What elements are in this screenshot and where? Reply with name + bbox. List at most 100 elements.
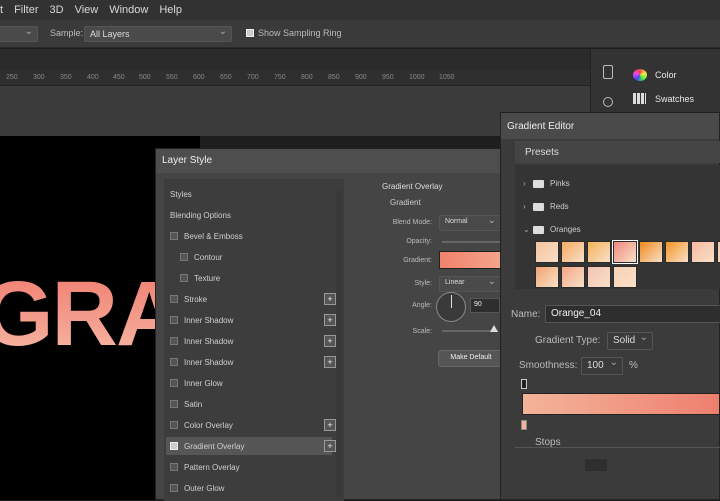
folder-reds[interactable]: › Reds bbox=[523, 202, 569, 211]
item-label: Inner Shadow bbox=[184, 336, 234, 346]
add-gradient-overlay-button[interactable]: + bbox=[324, 440, 336, 452]
checkbox-checked[interactable] bbox=[170, 442, 178, 450]
menu-item-view[interactable]: View bbox=[75, 4, 99, 16]
checkbox[interactable] bbox=[170, 421, 178, 429]
checkbox[interactable] bbox=[170, 484, 178, 492]
gradient-preset-swatch[interactable] bbox=[535, 266, 559, 288]
swatches-panel-label[interactable]: Swatches bbox=[655, 94, 694, 104]
pattern-overlay-item[interactable]: Pattern Overlay bbox=[170, 458, 240, 476]
gradient-label: Gradient: bbox=[403, 257, 432, 264]
folder-label: Reds bbox=[550, 202, 569, 211]
checkbox[interactable] bbox=[170, 232, 178, 240]
make-default-button[interactable]: Make Default bbox=[438, 350, 504, 367]
folder-pinks[interactable]: › Pinks bbox=[523, 179, 570, 188]
add-inner-shadow-button[interactable]: + bbox=[324, 335, 336, 347]
menu-item-help[interactable]: Help bbox=[159, 4, 182, 16]
smoothness-select[interactable]: 100 bbox=[581, 357, 623, 375]
inner-shadow-item[interactable]: Inner Shadow bbox=[170, 311, 233, 329]
sample-size-select[interactable] bbox=[0, 26, 38, 42]
stroke-item[interactable]: Stroke bbox=[170, 290, 207, 308]
style-select[interactable]: Linear bbox=[439, 276, 501, 292]
outer-glow-item[interactable]: Outer Glow bbox=[170, 479, 224, 497]
gradient-preset-swatch[interactable] bbox=[639, 241, 663, 263]
gradient-overlay-item[interactable]: Gradient Overlay bbox=[166, 437, 332, 455]
menu-item-3d[interactable]: 3D bbox=[50, 4, 64, 16]
texture-item[interactable]: Texture bbox=[180, 269, 220, 287]
inner-shadow-item[interactable]: Inner Shadow bbox=[170, 332, 233, 350]
menu-item-filter[interactable]: Filter bbox=[14, 4, 38, 16]
ruler-tick: 850 bbox=[328, 74, 340, 81]
item-label: Bevel & Emboss bbox=[184, 231, 243, 241]
item-label: Gradient Overlay bbox=[184, 441, 245, 451]
gradient-type-select[interactable]: Solid bbox=[607, 332, 653, 350]
menu-item-window[interactable]: Window bbox=[109, 4, 148, 16]
ruler-tick: 250 bbox=[6, 74, 18, 81]
gradient-preset-swatch[interactable] bbox=[691, 241, 715, 263]
checkbox[interactable] bbox=[180, 253, 188, 261]
options-bar: Sample: All Layers Show Sampling Ring bbox=[0, 20, 720, 48]
checkbox[interactable] bbox=[170, 400, 178, 408]
color-stop[interactable] bbox=[521, 420, 527, 430]
add-color-overlay-button[interactable]: + bbox=[324, 419, 336, 431]
gradient-preset-swatch[interactable] bbox=[613, 266, 637, 288]
add-stroke-button[interactable]: + bbox=[324, 293, 336, 305]
name-input[interactable]: Orange_04 bbox=[545, 305, 720, 323]
blending-options-item[interactable]: Blending Options bbox=[170, 206, 231, 224]
add-inner-shadow-button[interactable]: + bbox=[324, 314, 336, 326]
gradient-preset-swatch[interactable] bbox=[561, 266, 585, 288]
inner-glow-item[interactable]: Inner Glow bbox=[170, 374, 223, 392]
checkbox[interactable] bbox=[180, 274, 188, 282]
inner-shadow-item[interactable]: Inner Shadow bbox=[170, 353, 233, 371]
add-inner-shadow-button[interactable]: + bbox=[324, 356, 336, 368]
checkbox[interactable] bbox=[170, 295, 178, 303]
item-label: Texture bbox=[194, 273, 221, 283]
style-value: Linear bbox=[445, 279, 465, 286]
gradient-bar[interactable] bbox=[522, 393, 720, 415]
styles-scrollbar[interactable] bbox=[336, 189, 343, 499]
color-panel-icon[interactable] bbox=[633, 69, 647, 81]
swatches-panel-icon[interactable] bbox=[633, 93, 646, 104]
menu-item-select[interactable]: t bbox=[0, 4, 3, 16]
opacity-stop[interactable] bbox=[521, 379, 527, 389]
divider bbox=[515, 447, 720, 448]
presets-header[interactable]: Presets bbox=[515, 141, 720, 163]
angle-dial[interactable] bbox=[436, 292, 466, 322]
ruler-tick: 550 bbox=[166, 74, 178, 81]
checkbox[interactable] bbox=[170, 379, 178, 387]
ruler-tick: 750 bbox=[274, 74, 286, 81]
angle-input[interactable]: 90 bbox=[470, 298, 500, 313]
checkbox[interactable] bbox=[170, 337, 178, 345]
angle-needle bbox=[451, 295, 452, 308]
show-ring-label: Show Sampling Ring bbox=[258, 28, 342, 38]
checkbox[interactable] bbox=[170, 316, 178, 324]
gradient-preset-swatch[interactable] bbox=[561, 241, 585, 263]
style-label: Style: bbox=[414, 280, 432, 287]
scale-slider-thumb[interactable] bbox=[490, 325, 498, 332]
sample-select[interactable]: All Layers bbox=[84, 26, 232, 42]
blend-mode-select[interactable]: Normal bbox=[439, 215, 501, 231]
folder-oranges[interactable]: ⌄ Oranges bbox=[523, 225, 581, 234]
opacity-slider[interactable] bbox=[442, 241, 502, 243]
checkbox[interactable] bbox=[170, 463, 178, 471]
gradient-preset-swatch[interactable] bbox=[535, 241, 559, 263]
styles-header[interactable]: Styles bbox=[170, 185, 192, 203]
satin-item[interactable]: Satin bbox=[170, 395, 202, 413]
contour-item[interactable]: Contour bbox=[180, 248, 222, 266]
gradient-preset-swatch[interactable] bbox=[587, 266, 611, 288]
blend-mode-label: Blend Mode: bbox=[392, 219, 432, 226]
bevel-emboss-item[interactable]: Bevel & Emboss bbox=[170, 227, 243, 245]
gradient-preset-swatch[interactable] bbox=[665, 241, 689, 263]
color-panel-label[interactable]: Color bbox=[655, 70, 677, 80]
show-ring-checkbox[interactable] bbox=[246, 29, 254, 37]
tool-preset-icon[interactable] bbox=[603, 65, 613, 79]
folder-label: Pinks bbox=[550, 179, 570, 188]
ruler-tick: 950 bbox=[382, 74, 394, 81]
stop-opacity-input[interactable] bbox=[585, 459, 607, 471]
ruler-tick: 700 bbox=[247, 74, 259, 81]
color-overlay-item[interactable]: Color Overlay bbox=[170, 416, 233, 434]
gradient-preset-swatch[interactable] bbox=[587, 241, 611, 263]
gradient-preview[interactable] bbox=[439, 251, 501, 269]
checkbox[interactable] bbox=[170, 358, 178, 366]
gradient-preset-swatch[interactable] bbox=[612, 240, 638, 264]
adjust-icon[interactable] bbox=[603, 97, 613, 107]
